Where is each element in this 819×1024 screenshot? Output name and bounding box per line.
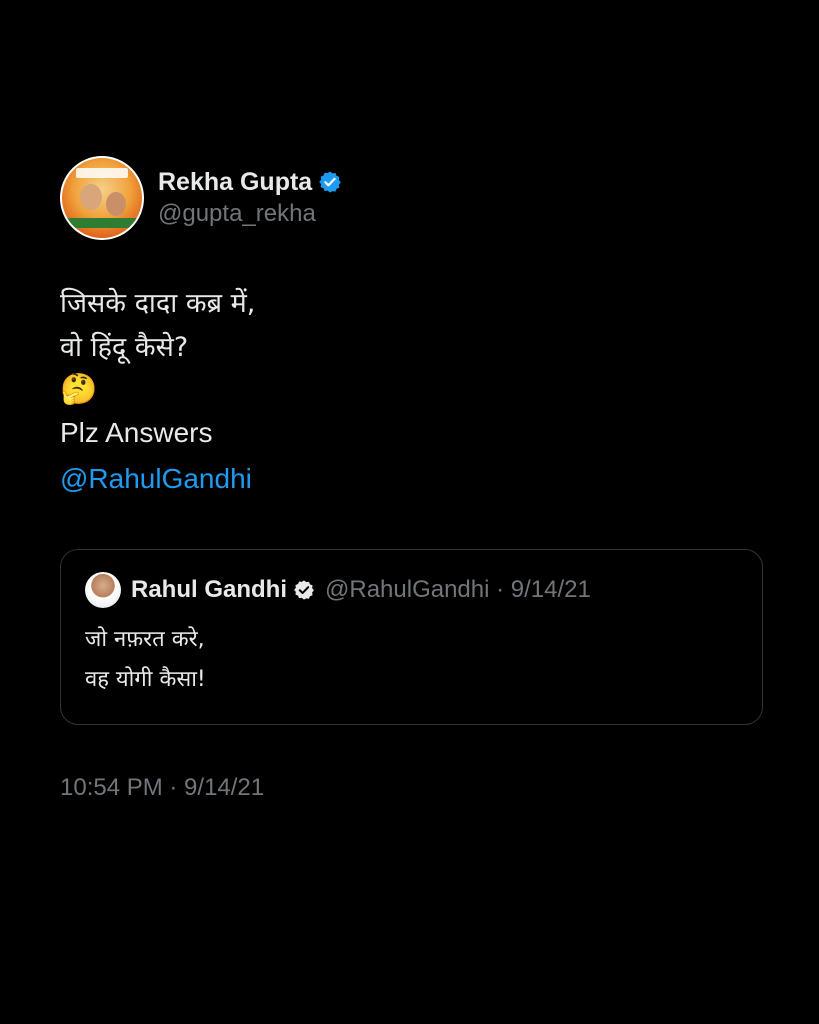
avatar-face-secondary [106, 192, 126, 216]
author-avatar[interactable] [60, 156, 144, 240]
author-name-row: Rekha Gupta [158, 167, 342, 197]
thinking-face-emoji: 🤔 [60, 372, 98, 407]
quoted-author-handle-date[interactable]: @RahulGandhi · 9/14/21 [325, 576, 591, 604]
quoted-tweet[interactable]: Rahul Gandhi @RahulGandhi · 9/14/21 जो न… [60, 549, 763, 725]
verified-badge-icon [318, 170, 342, 194]
quoted-tweet-body: जो नफ़रत करे, वह योगी कैसा! [85, 620, 762, 700]
author-display-name[interactable]: Rekha Gupta [158, 167, 312, 197]
quoted-tweet-header: Rahul Gandhi @RahulGandhi · 9/14/21 [85, 572, 762, 608]
avatar-band [62, 218, 142, 228]
mention-link[interactable]: @RahulGandhi [60, 456, 763, 502]
quoted-text-line: वह योगी कैसा! [85, 667, 206, 692]
quoted-author-display-name[interactable]: Rahul Gandhi [131, 576, 287, 604]
tweet-text-line: जिसके दादा कब्र में, [60, 288, 256, 319]
tweet-card: Rekha Gupta @gupta_rekha जिसके दादा कब्र… [60, 156, 763, 502]
verified-badge-icon [293, 579, 315, 601]
author-handle[interactable]: @gupta_rekha [158, 199, 342, 229]
quoted-text-line: जो नफ़रत करे, [85, 627, 205, 652]
author-names: Rekha Gupta @gupta_rekha [158, 167, 342, 229]
tweet-body: जिसके दादा कब्र में, वो हिंदू कैसे? 🤔 Pl… [60, 282, 763, 502]
tweet-text-line: Plz Answers [60, 417, 213, 448]
avatar-face [80, 184, 102, 210]
tweet-text-line: वो हिंदू कैसे? [60, 332, 189, 363]
tweet-author[interactable]: Rekha Gupta @gupta_rekha [60, 156, 763, 240]
tweet-timestamp[interactable]: 10:54 PM · 9/14/21 [60, 770, 264, 806]
quoted-author-avatar[interactable] [85, 572, 121, 608]
avatar-banner [76, 168, 128, 178]
